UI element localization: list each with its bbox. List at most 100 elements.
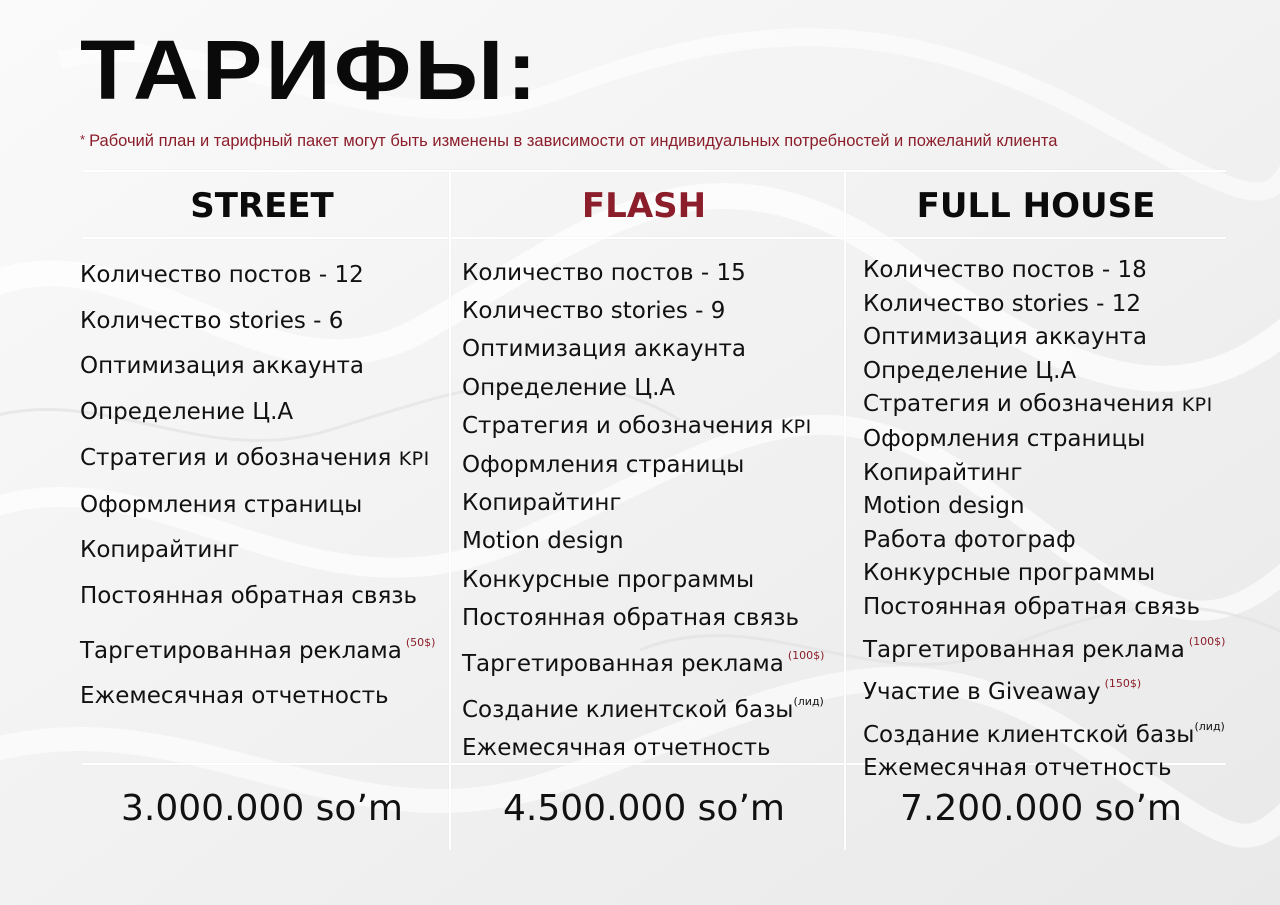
feature-text: Постоянная обратная связь <box>462 604 800 631</box>
feature-text: Конкурсные программы <box>462 566 755 593</box>
feature-text: Стратегия и обозначения <box>863 391 1182 418</box>
column-divider-1 <box>449 170 451 850</box>
feature-item: Оптимизация аккаунта <box>863 321 1225 355</box>
feature-item: Создание клиентской базы(лид) <box>863 710 1225 753</box>
feature-item: Оформления страницы <box>80 483 435 529</box>
plan-name-full-house: FULL HOUSE <box>916 186 1156 226</box>
feature-item: Оптимизация аккаунта <box>462 330 824 368</box>
feature-text: Определение Ц.А <box>863 357 1077 384</box>
feature-item: Определение Ц.А <box>462 369 824 407</box>
feature-text: Постоянная обратная связь <box>863 593 1201 620</box>
feature-list-full-house: Количество постов - 18 Количество stories… <box>863 254 1225 786</box>
feature-item: Копирайтинг <box>863 457 1225 491</box>
feature-text: Таргетированная реклама <box>863 636 1185 663</box>
feature-text: Работа фотограф <box>863 526 1076 553</box>
feature-text: Копирайтинг <box>80 537 240 564</box>
feature-note: (лид) <box>1194 719 1225 733</box>
feature-text: Определение Ц.А <box>80 399 294 426</box>
column-divider-2 <box>844 170 846 850</box>
feature-text: Определение Ц.А <box>462 374 676 401</box>
feature-list-street: Количество постов - 12 Количество stories… <box>80 253 435 720</box>
kpi-label: KPI <box>780 415 812 438</box>
feature-item: Стратегия и обозначения KPI <box>80 436 435 483</box>
feature-item: Таргетированная реклама (100$) <box>863 625 1225 668</box>
feature-price-note: (100$) <box>1188 634 1226 648</box>
plan-name-flash: FLASH <box>581 186 707 226</box>
feature-item: Постоянная обратная связь <box>863 591 1225 625</box>
price-full-house: 7.200.000 so’m <box>900 788 1182 829</box>
feature-text: Копирайтинг <box>462 490 622 517</box>
feature-item: Количество постов - 15 <box>462 254 824 292</box>
note-text: Рабочий план и тарифный пакет могут быть… <box>89 132 1058 150</box>
feature-text: Количество stories - 6 <box>80 307 344 334</box>
feature-item: Количество постов - 18 <box>863 254 1225 288</box>
page-title: ТАРИФЫ: <box>80 23 541 117</box>
feature-item: Оформления страницы <box>462 446 824 484</box>
feature-item: Оптимизация аккаунта <box>80 344 435 390</box>
feature-text: Количество постов - 12 <box>80 262 364 288</box>
feature-item: Стратегия и обозначения KPI <box>462 407 824 446</box>
feature-item: Ежемесячная отчетность <box>80 674 435 720</box>
feature-item: Постоянная обратная связь <box>80 574 435 620</box>
feature-text: Оформления страницы <box>462 452 745 479</box>
feature-item: Копирайтинг <box>462 484 824 522</box>
plan-name-street: STREET <box>190 186 334 226</box>
feature-text: Количество stories - 9 <box>462 298 726 325</box>
feature-text: Количество постов - 15 <box>462 260 746 286</box>
feature-item: Количество stories - 6 <box>80 299 435 345</box>
feature-price-note: (150$) <box>1104 677 1142 691</box>
feature-text: Участие в Giveaway <box>863 679 1101 706</box>
price-flash: 4.500.000 so’m <box>503 788 785 829</box>
feature-text: Копирайтинг <box>863 459 1023 486</box>
feature-text: Оформления страницы <box>863 425 1146 452</box>
feature-item: Конкурсные программы <box>462 561 824 599</box>
feature-text: Оптимизация аккаунта <box>80 353 364 380</box>
feature-text: Таргетированная реклама <box>80 637 402 664</box>
feature-item: Стратегия и обозначения KPI <box>863 388 1225 423</box>
note-asterisk: * <box>80 132 86 147</box>
feature-item: Создание клиентской базы(лид) <box>462 683 824 729</box>
feature-price-note: (50$) <box>405 635 436 649</box>
feature-item: Конкурсные программы <box>863 557 1225 591</box>
feature-text: Motion design <box>462 528 624 555</box>
feature-item: Таргетированная реклама (100$) <box>462 637 824 683</box>
feature-item: Постоянная обратная связь <box>462 599 824 637</box>
feature-item: Количество stories - 9 <box>462 292 824 330</box>
feature-text: Motion design <box>863 493 1025 520</box>
feature-item: Работа фотограф <box>863 524 1225 558</box>
feature-text: Ежемесячная отчетность <box>462 735 771 762</box>
table-header-divider <box>82 237 1226 239</box>
feature-text: Стратегия и обозначения <box>462 412 781 439</box>
feature-text: Стратегия и обозначения <box>80 444 399 471</box>
kpi-label: KPI <box>1181 394 1213 417</box>
disclaimer-note: * Рабочий план и тарифный пакет могут быт… <box>80 132 1057 151</box>
feature-text: Количество постов - 18 <box>863 257 1147 283</box>
feature-item: Motion design <box>863 490 1225 524</box>
feature-item: Таргетированная реклама (50$) <box>80 620 435 675</box>
feature-item: Ежемесячная отчетность <box>863 752 1225 786</box>
feature-text: Постоянная обратная связь <box>80 582 418 609</box>
feature-text: Создание клиентской базы <box>462 697 794 724</box>
feature-item: Ежемесячная отчетность <box>462 729 824 767</box>
price-street: 3.000.000 so’m <box>121 788 403 829</box>
table-top-border <box>82 170 1226 172</box>
feature-item: Определение Ц.А <box>80 390 435 436</box>
feature-text: Ежемесячная отчетность <box>80 683 389 710</box>
feature-text: Создание клиентской базы <box>863 721 1195 748</box>
feature-item: Копирайтинг <box>80 528 435 574</box>
feature-text: Таргетированная реклама <box>462 651 784 678</box>
feature-item: Motion design <box>462 522 824 560</box>
feature-list-flash: Количество постов - 15 Количество stories… <box>462 254 824 768</box>
feature-text: Оформления страницы <box>80 491 363 518</box>
kpi-label: KPI <box>398 447 430 470</box>
feature-text: Оптимизация аккаунта <box>462 336 746 363</box>
feature-text: Ежемесячная отчетность <box>863 755 1172 782</box>
feature-item: Оформления страницы <box>863 423 1225 457</box>
feature-text: Количество stories - 12 <box>863 290 1142 317</box>
feature-note: (лид) <box>793 695 824 709</box>
feature-price-note: (100$) <box>787 649 825 663</box>
feature-item: Количество stories - 12 <box>863 288 1225 322</box>
feature-item: Количество постов - 12 <box>80 253 435 299</box>
feature-item: Участие в Giveaway (150$) <box>863 667 1225 710</box>
feature-item: Определение Ц.А <box>863 355 1225 389</box>
